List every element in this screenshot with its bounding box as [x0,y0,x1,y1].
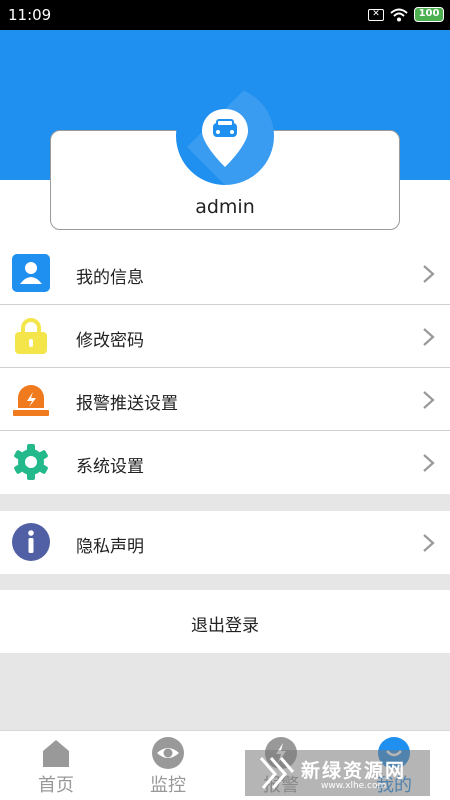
privacy-menu: 隐私声明 [0,511,450,574]
chevron-right-icon [423,328,435,346]
menu-item-label: 隐私声明 [76,537,144,557]
user-info-icon [12,254,50,292]
tab-monitor[interactable]: 监控 [112,731,224,800]
menu-item-my-info[interactable]: 我的信息 [0,242,450,305]
lock-icon [15,318,47,354]
logout-button[interactable]: 退出登录 [0,590,450,653]
menu-item-label: 系统设置 [76,457,144,477]
watermark-logo [259,757,295,789]
car-location-pin-icon [202,109,248,167]
home-icon [43,740,69,767]
chevron-right-icon [423,391,435,409]
battery-icon: 100 [414,7,444,22]
status-icons: ✕ 100 [368,7,444,22]
menu-item-label: 报警推送设置 [76,394,178,414]
eye-icon [152,737,184,769]
menu-item-label: 我的信息 [76,268,144,288]
tab-home[interactable]: 首页 [0,731,112,800]
menu-item-change-password[interactable]: 修改密码 [0,305,450,368]
menu-item-privacy-statement[interactable]: 隐私声明 [0,511,450,574]
logout-label: 退出登录 [191,616,259,636]
app-logo [176,87,274,185]
chevron-right-icon [423,265,435,283]
chevron-right-icon [423,534,435,552]
chevron-right-icon [423,454,435,472]
watermark: 新绿资源网 www.xlhe.com [245,750,430,796]
tab-label: 监控 [150,775,186,796]
status-bar: 11:09 ✕ 100 [0,0,450,30]
settings-menu: 我的信息 修改密码 报警推送设置 系统设置 [0,242,450,494]
alarm-light-icon [13,385,49,416]
wifi-icon [390,8,408,21]
menu-item-system-settings[interactable]: 系统设置 [0,431,450,494]
status-time: 11:09 [8,6,52,24]
watermark-title: 新绿资源网 [301,760,407,782]
watermark-subtitle: www.xlhe.com [321,781,387,791]
gear-icon [14,444,48,480]
username: admin [195,196,255,218]
info-icon [12,523,50,561]
tab-label: 首页 [38,775,74,796]
menu-item-label: 修改密码 [76,331,144,351]
notification-x-icon: ✕ [368,8,384,21]
menu-item-alarm-push-settings[interactable]: 报警推送设置 [0,368,450,431]
